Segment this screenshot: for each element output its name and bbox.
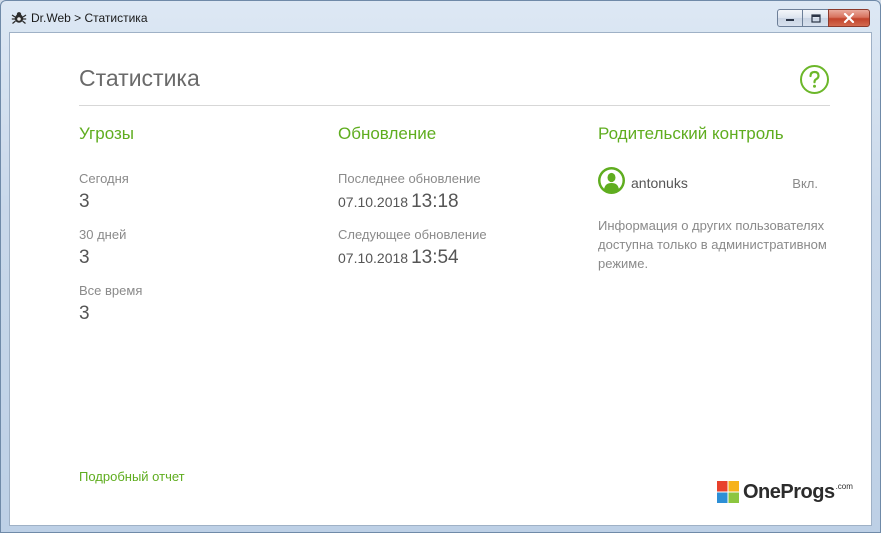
next-update-label: Следующее обновление <box>338 227 487 242</box>
threats-heading: Угрозы <box>79 124 134 143</box>
client-area: Статистика Угрозы Сегодня 3 30 дней 3 Вс… <box>9 32 872 526</box>
close-icon <box>843 13 855 23</box>
parental-info-text: Информация о других пользователях доступ… <box>598 218 827 271</box>
oneprogs-logo-mark <box>717 481 739 503</box>
update-heading: Обновление <box>338 124 437 143</box>
window-title: Dr.Web > Статистика <box>31 11 148 25</box>
threats-30days-value: 3 <box>79 247 90 268</box>
parental-user-name: antonuks <box>631 175 688 191</box>
minimize-icon <box>786 19 794 21</box>
last-update-date: 07.10.2018 <box>338 194 409 210</box>
window-controls <box>777 9 870 27</box>
page-title: Статистика <box>79 65 200 91</box>
app-window: Dr.Web > Статистика Статистика Угрозы Се… <box>0 0 881 533</box>
help-icon[interactable] <box>799 64 830 95</box>
next-update-datetime: 07.10.2018 13:54 <box>338 247 459 269</box>
next-update-time: 13:54 <box>411 247 459 268</box>
threats-today-label: Сегодня <box>79 171 129 186</box>
threats-today-value: 3 <box>79 191 90 212</box>
header-divider <box>79 105 830 106</box>
parental-user-row[interactable]: antonuks Вкл. <box>598 167 818 195</box>
maximize-button[interactable] <box>803 9 828 27</box>
oneprogs-logo-sup: .com <box>835 482 853 491</box>
user-avatar-icon <box>598 167 625 194</box>
threats-alltime-value: 3 <box>79 303 90 324</box>
oneprogs-logo: OneProgs .com <box>717 480 853 504</box>
parental-user-state[interactable]: Вкл. <box>792 176 818 191</box>
threats-alltime-label: Все время <box>79 283 143 298</box>
threats-30days-label: 30 дней <box>79 227 127 242</box>
minimize-button[interactable] <box>777 9 803 27</box>
maximize-icon <box>810 13 821 23</box>
last-update-time: 13:18 <box>411 191 459 212</box>
detailed-report-link[interactable]: Подробный отчет <box>79 469 185 484</box>
last-update-datetime: 07.10.2018 13:18 <box>338 191 459 213</box>
parental-control-heading: Родительский контроль <box>598 124 784 143</box>
last-update-label: Последнее обновление <box>338 171 481 186</box>
oneprogs-logo-text: OneProgs <box>743 480 835 503</box>
title-bar[interactable]: Dr.Web > Статистика <box>1 1 880 33</box>
drweb-spider-icon[interactable] <box>11 10 27 26</box>
close-button[interactable] <box>828 9 870 27</box>
next-update-date: 07.10.2018 <box>338 250 409 266</box>
